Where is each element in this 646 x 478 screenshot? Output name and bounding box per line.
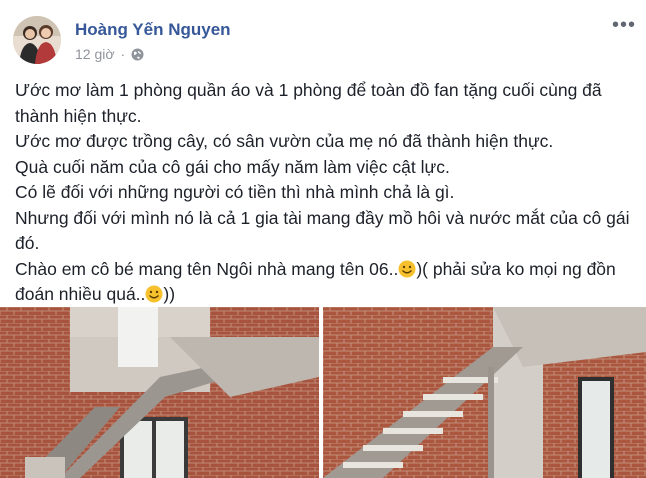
- post-line-part: )): [163, 284, 176, 304]
- smiley-icon: [145, 285, 163, 303]
- post-text: Ước mơ làm 1 phòng quần áo và 1 phòng để…: [15, 78, 635, 308]
- post-meta: 12 giờ ·: [75, 46, 144, 62]
- post-line-last: Chào em cô bé mang tên Ngôi nhà mang tên…: [15, 257, 635, 308]
- post-line-part: Chào em cô bé mang tên Ngôi nhà mang tên…: [15, 258, 399, 279]
- author-name[interactable]: Hoàng Yến Nguyen: [75, 20, 231, 40]
- staircase-photo-right[interactable]: [323, 307, 646, 478]
- globe-icon: [131, 48, 144, 61]
- staircase-photo-left[interactable]: [0, 307, 319, 478]
- post-card: Hoàng Yến Nguyen 12 giờ · ••• Ước mơ làm…: [0, 0, 646, 478]
- post-line: Quà cuối năm của cô gái cho mấy năm làm …: [15, 156, 450, 177]
- post-time[interactable]: 12 giờ: [75, 46, 115, 62]
- ellipsis-icon[interactable]: •••: [612, 14, 636, 37]
- avatar[interactable]: [13, 16, 61, 64]
- post-line: Nhưng đối với mình nó là cả 1 gia tài ma…: [15, 207, 630, 254]
- smiley-icon: [398, 260, 416, 278]
- post-line: Có lẽ đối với những người có tiền thì nh…: [15, 182, 455, 202]
- post-line: Ước mơ làm 1 phòng quần áo và 1 phòng để…: [15, 80, 602, 126]
- post-line: Ước mơ được trồng cây, có sân vườn của m…: [15, 131, 554, 151]
